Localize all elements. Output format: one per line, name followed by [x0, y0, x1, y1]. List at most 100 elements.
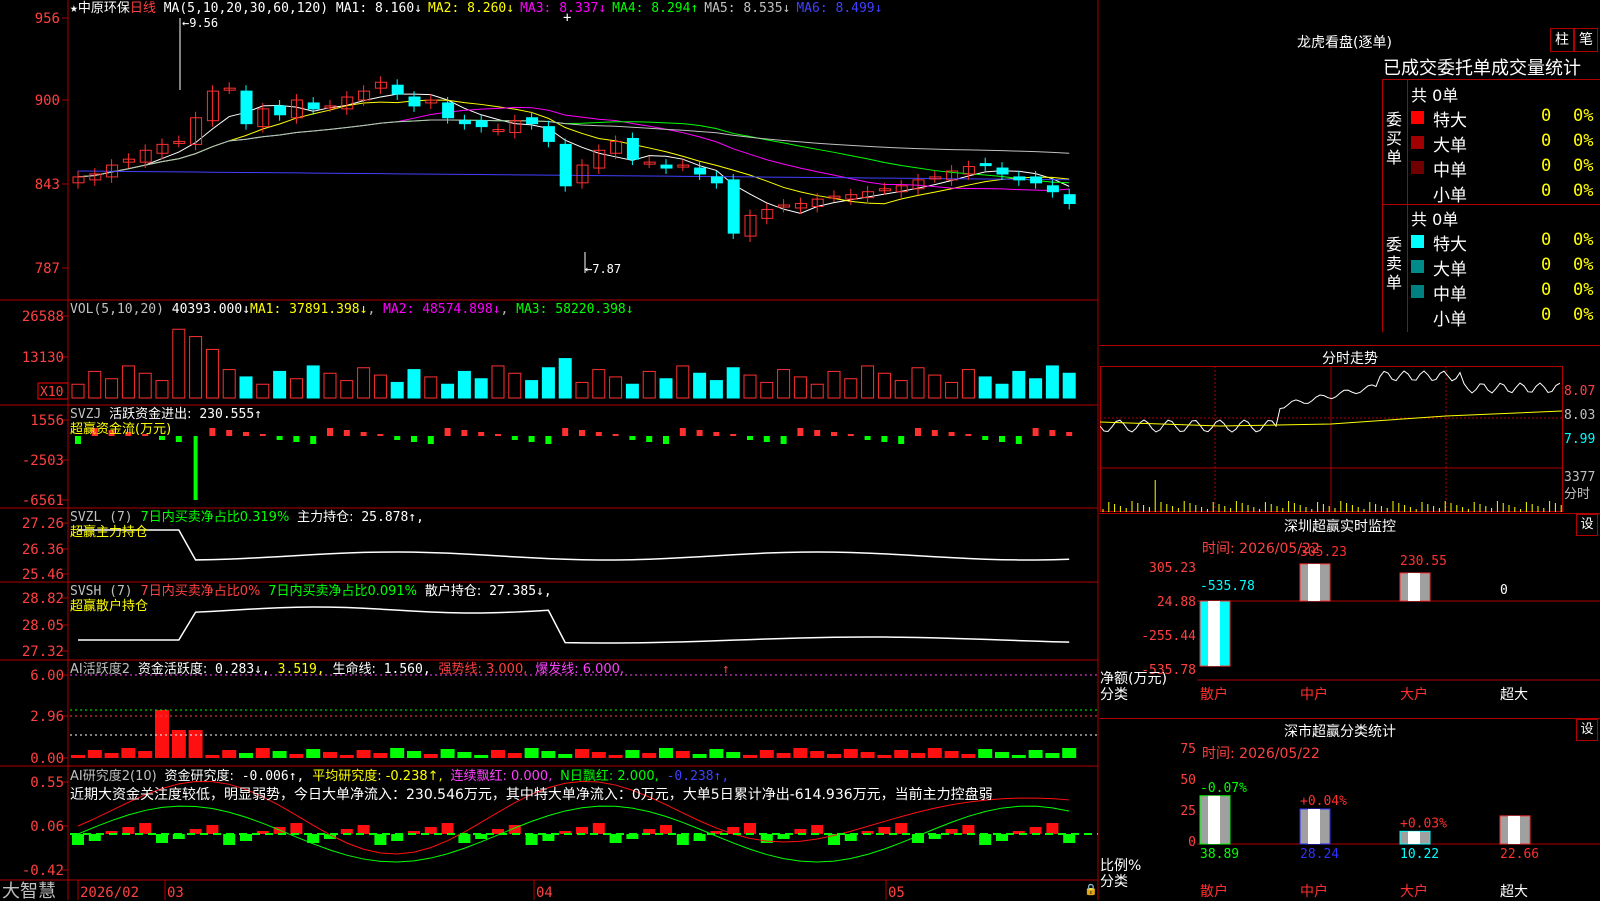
fund-flow-bar: [343, 430, 350, 436]
volume-bar: [793, 376, 807, 399]
svzj-label: SVZJ: [70, 407, 102, 422]
volume-bar: [121, 365, 135, 399]
intraday-tick: 8.03: [1564, 408, 1595, 423]
ai-desc: 资金活跃度:: [137, 662, 208, 677]
research-bar: [660, 825, 672, 834]
order-count: 0: [1541, 181, 1552, 201]
intraday-chart[interactable]: 8.07 8.03 7.99 3377 分时: [1100, 366, 1600, 512]
order-size-label: 特大: [1433, 235, 1467, 255]
candle-body: [408, 96, 421, 107]
ai-desc3: 生命线:: [332, 662, 376, 677]
ai-up-arrow-icon: ↑: [721, 662, 730, 677]
category-label: 超大: [1500, 687, 1528, 703]
activity-bar: [843, 749, 858, 758]
fund-flow-bar: [411, 436, 417, 442]
fund-flow-bar: [864, 436, 871, 440]
net-flow-value: 305.23: [1300, 545, 1347, 560]
dragon-tiger-panel: 龙虎看盘(逐单) 柱 笔 已成交委托单成交量统计 委买单 委卖单 共 0单 共 …: [1100, 0, 1600, 346]
sell-row: 大单 0 0%: [1411, 255, 1600, 280]
activity-bar: [171, 730, 186, 758]
low-marker: ←7.87: [584, 252, 621, 276]
buy-rows: 特大 0 0% 大单 0 0% 中单 0 0% 小单 0 0%: [1411, 106, 1600, 206]
activity-bar: [944, 751, 959, 758]
research-bar: [72, 834, 84, 845]
sz-stats-tick: 25: [1180, 804, 1196, 819]
intraday-panel[interactable]: 分时走势 8.07 8.03 7.99 3377 分时: [1100, 346, 1600, 512]
order-size-label: 小单: [1433, 310, 1467, 330]
ratio-value: 28.24: [1300, 847, 1339, 862]
fund-flow-bar: [881, 436, 888, 442]
svzj-value: 230.555↑: [199, 407, 262, 422]
candle-body: [240, 90, 253, 125]
svzl-desc: 7日内买卖净占比0.319%: [140, 510, 290, 525]
order-count: 0: [1541, 156, 1552, 176]
tick-view-button[interactable]: 笔: [1574, 28, 1598, 52]
svg-text:←7.87: ←7.87: [585, 262, 621, 276]
fund-flow-bar: [763, 436, 770, 442]
activity-bar: [591, 752, 606, 758]
ai-value: 0.283↓,: [215, 662, 270, 677]
ratio-value: 38.89: [1200, 847, 1239, 862]
bar-view-button[interactable]: 柱: [1550, 28, 1574, 52]
order-count: 0: [1541, 230, 1552, 250]
research-bar: [391, 834, 404, 841]
order-percent: 0%: [1573, 181, 1594, 201]
ratio-change: +0.03%: [1400, 816, 1447, 831]
activity-bar: [827, 754, 841, 758]
volume-bar: [726, 367, 740, 399]
research-bar: [139, 823, 152, 834]
fund-flow-bar: [612, 434, 619, 436]
research-bar: [592, 823, 605, 834]
svsh-tick: 28.05: [22, 618, 64, 634]
research-bar: [156, 834, 168, 843]
svzj-sub: 超赢资金流(万元): [70, 422, 172, 437]
air-desc3: 连续飘红: 0.000,: [450, 769, 553, 784]
volume-bar: [693, 372, 707, 399]
color-swatch: [1411, 161, 1424, 174]
candle-body: [475, 120, 488, 128]
fund-flow-bar: [276, 436, 283, 440]
volume-bar: [1045, 365, 1059, 399]
candle-body: [727, 179, 740, 234]
sz-monitor-settings-button[interactable]: 设: [1576, 514, 1598, 536]
volume-bar: [373, 374, 387, 399]
candle-body: [1030, 176, 1043, 184]
kline-chart-area[interactable]: 956 900 843 787 26588 13130 1556 -2503 -…: [0, 0, 1100, 900]
activity-bar: [457, 752, 472, 758]
order-percent: 0%: [1573, 156, 1594, 176]
period-label[interactable]: 日线: [130, 1, 156, 16]
volume-bar: [911, 367, 925, 399]
favorite-star-icon[interactable]: ★: [70, 1, 78, 16]
fund-flow-bar: [562, 428, 569, 436]
ratio-change: +0.04%: [1300, 794, 1347, 809]
air-desc: 资金研究度:: [164, 769, 234, 784]
ai-desc4: 强势线: 3.000,: [438, 662, 528, 677]
candle-body: [542, 126, 555, 142]
sz-stats-tick: 0: [1188, 835, 1196, 850]
volume-bar: [457, 370, 471, 399]
candle-body: [1046, 185, 1059, 193]
svzl-panel-header: SVZL (7) 7日内买卖净占比0.319% 主力持仓: 25.878↑, 超…: [70, 510, 424, 540]
ma-values: MA1: 8.160↓ MA2: 8.260↓ MA3: 8.337↓ MA4: 8.…: [336, 1, 889, 16]
activity-bar: [407, 751, 421, 758]
sz-stats-settings-button[interactable]: 设: [1576, 719, 1598, 741]
volume-bar: [659, 378, 673, 399]
lock-icon[interactable]: 🔒: [1084, 883, 1098, 896]
activity-bar: [205, 755, 220, 758]
order-size-label: 中单: [1433, 285, 1467, 305]
volume-bar: [273, 370, 287, 399]
research-bar: [979, 834, 992, 845]
volume-bar: [189, 336, 203, 399]
order-size-label: 特大: [1433, 111, 1467, 131]
research-bar: [357, 825, 370, 834]
svsh-value: 27.385↓,: [489, 584, 552, 599]
research-bar: [424, 827, 437, 834]
ai-v3: 1.560,: [383, 662, 431, 677]
svsh-panel-header: SVSH (7) 7日内买卖净占比0% 7日内买卖净占比0.091% 散户持仓:…: [70, 584, 552, 614]
activity-bar: [810, 751, 825, 758]
vol-unit-box: X10: [37, 382, 69, 400]
volume-bar: [239, 376, 253, 399]
candle-body: [274, 105, 287, 116]
activity-bar: [608, 755, 623, 758]
activity-bar: [877, 755, 892, 758]
